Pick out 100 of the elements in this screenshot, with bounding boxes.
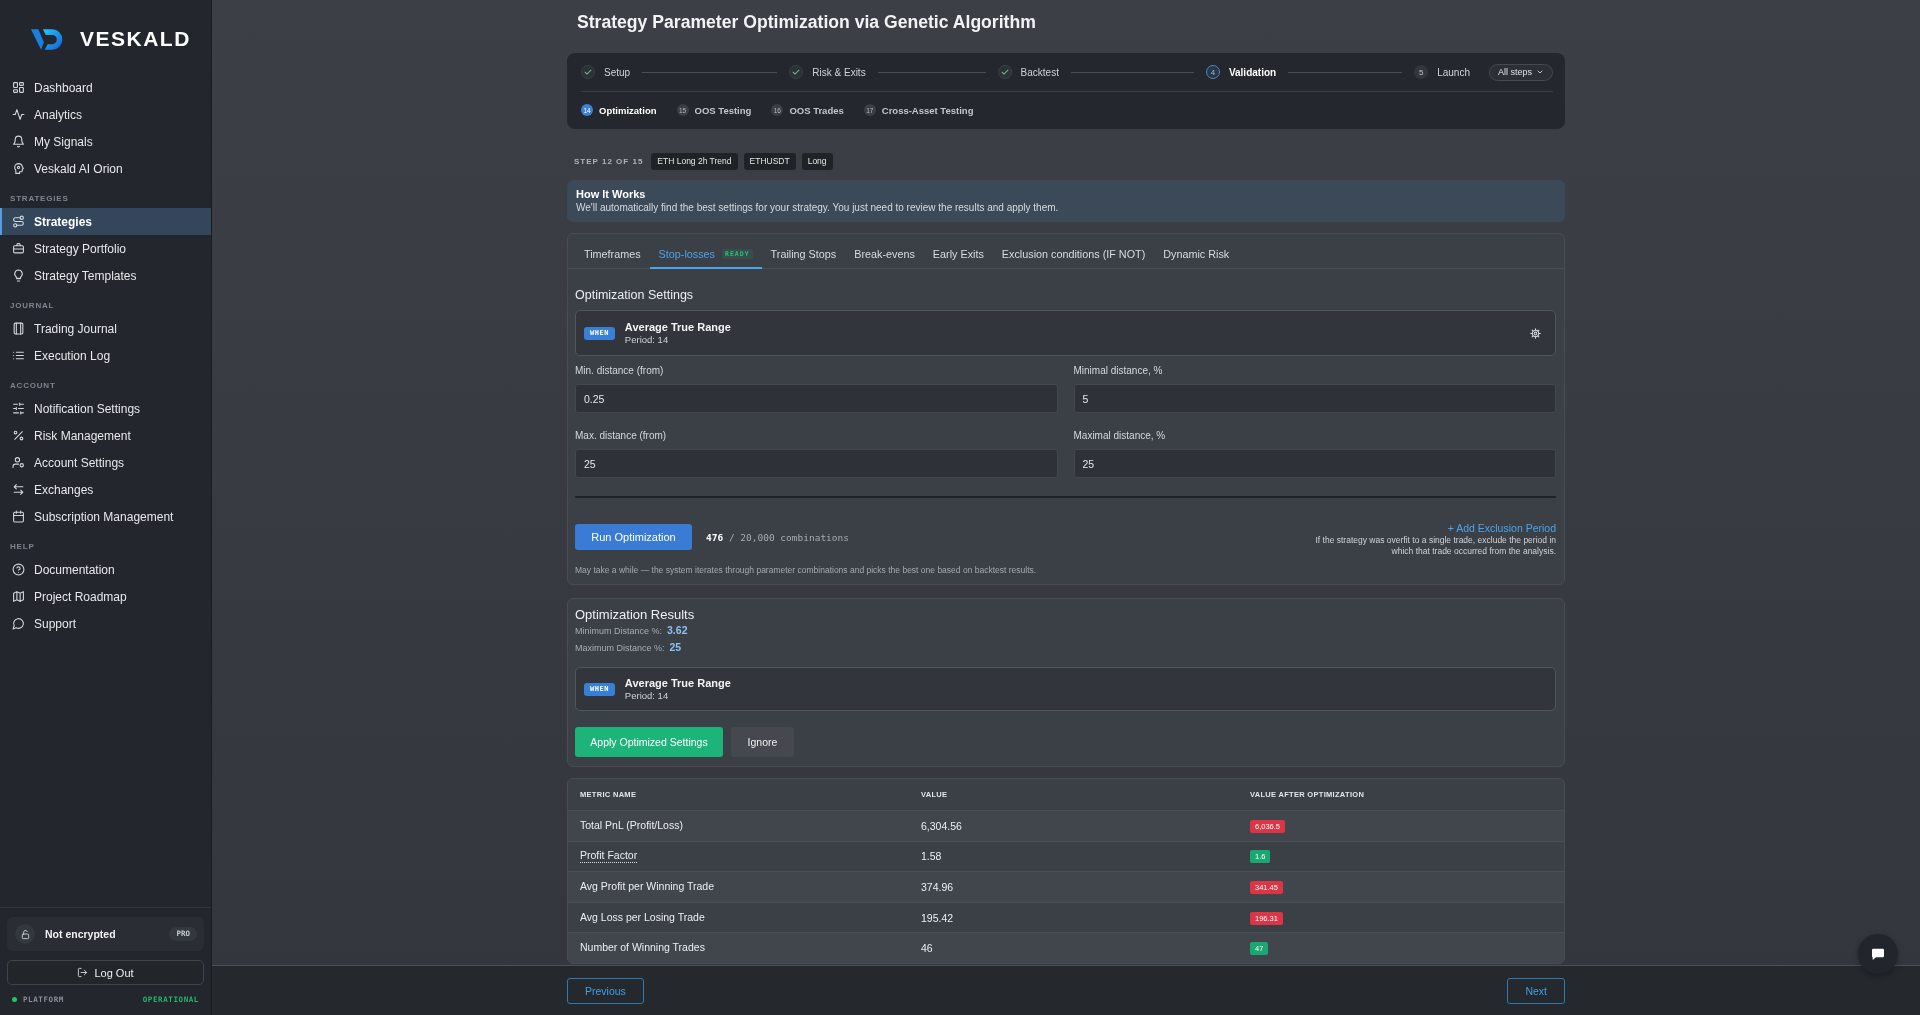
step-counter: STEP 12 OF 15: [574, 156, 644, 166]
strategy-tag: ETH Long 2h Trend: [651, 152, 738, 170]
step-label[interactable]: Backtest: [1020, 66, 1059, 78]
section-heading: Optimization Results: [575, 606, 695, 623]
list-icon: [12, 349, 25, 362]
ignore-button[interactable]: Ignore: [731, 727, 794, 757]
metric-value: 6,304.56: [921, 819, 962, 832]
security-status: Not encrypted: [45, 928, 116, 940]
strategy-tag: ETHUSDT: [743, 152, 796, 170]
metric-name: Total PnL (Profit/Loss): [580, 818, 683, 833]
pulse-icon: [12, 108, 25, 121]
nav-item[interactable]: Project Roadmap: [0, 583, 211, 610]
param-label: Maximum Distance %:: [575, 642, 665, 655]
logo-text: VESKALD: [80, 27, 191, 51]
nav-item[interactable]: Analytics: [0, 101, 211, 128]
input-field[interactable]: 25: [575, 449, 1058, 478]
nav-item[interactable]: Account Settings: [0, 449, 211, 476]
gear-icon[interactable]: [1530, 327, 1541, 339]
chat-icon: [1870, 946, 1886, 962]
percent-icon: [12, 429, 25, 442]
nav-item[interactable]: Veskald AI Orion: [0, 155, 211, 182]
nav-item[interactable]: Strategy Templates: [0, 262, 211, 289]
metric-name: Avg Loss per Losing Trade: [580, 910, 705, 925]
tab[interactable]: Exclusion conditions (IF NOT): [992, 240, 1155, 269]
input-field[interactable]: 25: [1073, 449, 1556, 478]
run-optimization-button[interactable]: Run Optimization: [575, 524, 692, 550]
metric-value: 195.42: [921, 911, 954, 924]
notebook-icon: [12, 322, 25, 335]
add-exclusion-link[interactable]: + Add Exclusion Period: [1447, 521, 1556, 535]
nav-item[interactable]: My Signals: [0, 128, 211, 155]
exclusion-note: If the strategy was overfit to a single trade, exclude the period in which that trade occurred from the analysis.: [1314, 535, 1556, 557]
hint-text: May take a while — the system iterates through parameter combinations and picks the best one based on backtest results.: [575, 564, 1037, 576]
combinations-count: 476 / 20,000 combinations: [706, 531, 849, 543]
param-value: 25: [669, 640, 682, 654]
caret-icon: [1536, 68, 1544, 76]
param-value: 3.62: [667, 623, 688, 637]
lock-icon: [15, 924, 35, 944]
indicator-name: Average True Range: [624, 676, 731, 690]
metric-value: 1.58: [921, 850, 942, 863]
step-label[interactable]: Launch: [1437, 66, 1470, 78]
field-label: Minimal distance, %: [1073, 365, 1163, 377]
indicator-detail: Period: 14: [624, 333, 670, 346]
tab[interactable]: Dynamic Risk: [1154, 240, 1239, 269]
steps-dropdown[interactable]: All steps: [1489, 63, 1553, 81]
tab[interactable]: Timeframes: [575, 240, 650, 269]
input-field[interactable]: 0.25: [575, 384, 1058, 413]
sliders-icon: [12, 402, 25, 415]
step-number: 5: [1414, 65, 1429, 79]
field-label: Max. distance (from): [575, 430, 667, 442]
nav-item[interactable]: Dashboard: [0, 74, 211, 101]
logout-icon: [77, 967, 89, 978]
tab[interactable]: Early Exits: [923, 240, 993, 269]
metric-value: 46: [921, 942, 933, 955]
logout-button[interactable]: Log Out: [7, 960, 204, 985]
section-heading: Optimization Settings: [575, 287, 694, 303]
strategy-tag: Long: [801, 152, 833, 170]
lightbulb-icon: [12, 269, 25, 282]
briefcase-icon: [12, 242, 25, 255]
step-label[interactable]: Validation: [1228, 66, 1277, 78]
nav-item[interactable]: Execution Log: [0, 342, 211, 369]
next-button[interactable]: Next: [1507, 977, 1565, 1004]
previous-button[interactable]: Previous: [567, 977, 644, 1004]
section-label: HELP: [9, 541, 35, 553]
users-icon: [12, 456, 25, 469]
tab[interactable]: Break-evens: [845, 240, 924, 269]
section-label: STRATEGIES: [9, 193, 69, 205]
metric-name: Avg Profit per Winning Trade: [580, 880, 715, 894]
nav-item[interactable]: Strategy Portfolio: [0, 235, 211, 262]
chat-icon: [12, 617, 25, 630]
chat-button[interactable]: [1858, 934, 1898, 974]
help-icon: [12, 563, 25, 576]
indicator-name: Average True Range: [624, 320, 731, 334]
nav-item[interactable]: Strategies: [0, 208, 211, 235]
input-field[interactable]: 5: [1073, 384, 1556, 413]
nav-item[interactable]: Support: [0, 610, 211, 637]
step-label[interactable]: Setup: [604, 66, 631, 78]
param-label: Minimum Distance %:: [575, 625, 663, 638]
nav-item[interactable]: Risk Management: [0, 422, 211, 449]
nav-item[interactable]: Documentation: [0, 556, 211, 583]
step-number: 4: [1205, 65, 1220, 79]
nav-item[interactable]: Trading Journal: [0, 315, 211, 342]
route-icon: [12, 215, 25, 228]
nav-item[interactable]: Exchanges: [0, 476, 211, 503]
step-label[interactable]: Risk & Exits: [812, 66, 866, 78]
head-icon: [12, 162, 25, 175]
metric-value: 374.96: [921, 881, 954, 893]
calendar-icon: [12, 510, 25, 523]
bell-icon: [12, 135, 25, 148]
indicator-detail: Period: 14: [624, 689, 670, 702]
section-label: JOURNAL: [9, 300, 55, 312]
grid-icon: [12, 81, 25, 94]
page-title: Strategy Parameter Optimization via Genetic Algorithm: [577, 11, 1036, 34]
banner-text: We'll automatically find the best settings for your strategy. You just need to review the results and apply them.: [576, 201, 1059, 214]
banner-title: How It Works: [576, 187, 646, 201]
nav-item[interactable]: Subscription Management: [0, 503, 211, 530]
nav-item[interactable]: Notification Settings: [0, 395, 211, 422]
swap-icon: [12, 483, 25, 496]
tab[interactable]: Trailing Stops: [761, 240, 846, 269]
section-label: ACCOUNT: [9, 380, 56, 392]
field-label: Maximal distance, %: [1073, 430, 1166, 442]
